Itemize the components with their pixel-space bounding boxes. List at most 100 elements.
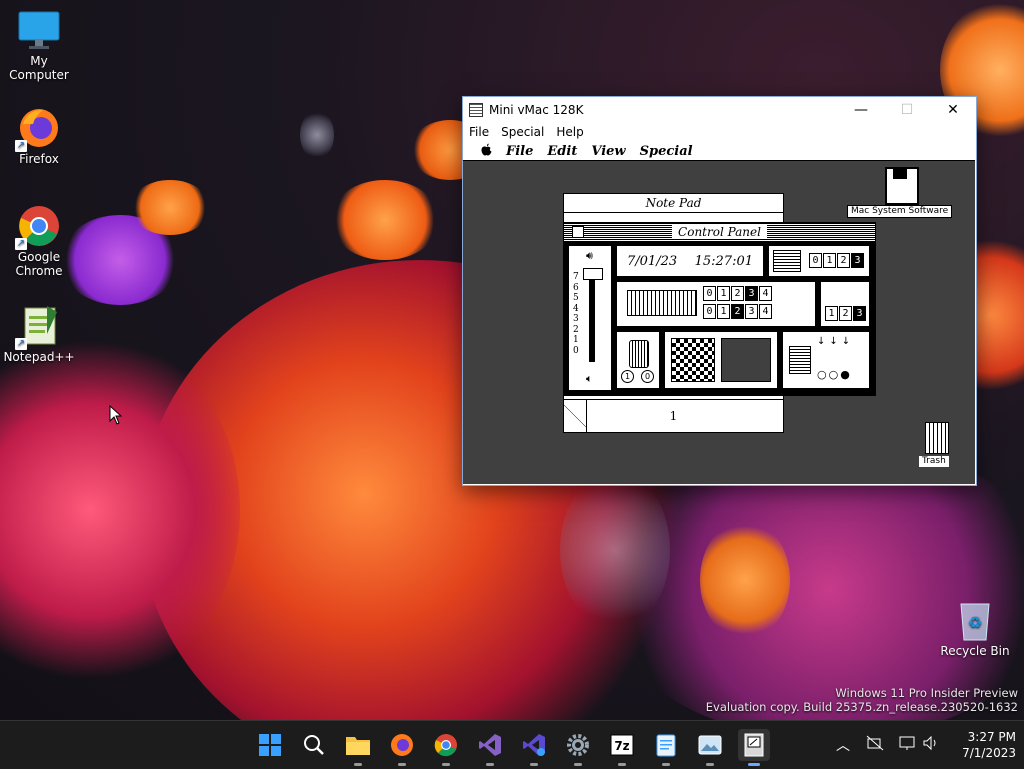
mouse-speed-icon: [789, 346, 811, 374]
digit-option[interactable]: 4: [759, 304, 772, 319]
minimize-button[interactable]: —: [838, 97, 884, 122]
desktop-icon-recycle-bin[interactable]: ♻ Recycle Bin: [937, 598, 1013, 658]
date-field[interactable]: 7/01/23: [627, 254, 677, 269]
mini-vmac-window[interactable]: Mini vMac 128K — ☐ ✕ File Special Help F…: [462, 96, 977, 486]
mouse-tracking-panel[interactable]: 1 0: [616, 331, 660, 389]
maximize-button[interactable]: ☐: [884, 97, 930, 122]
trash-label[interactable]: Trash: [919, 456, 949, 467]
clock-time: 3:27 PM: [967, 730, 1016, 744]
desktop-icon-firefox[interactable]: ↗ Firefox: [1, 106, 77, 166]
running-indicator: [442, 763, 450, 766]
key-repeat-digits[interactable]: 0 1 2 3 4: [703, 286, 772, 301]
menu-blink-digits[interactable]: 0 1 2 3: [809, 253, 864, 268]
file-explorer-icon[interactable]: [342, 729, 374, 766]
digit-option[interactable]: 0: [703, 304, 716, 319]
volume-tick: 0: [573, 345, 579, 356]
menu-file[interactable]: File: [463, 125, 495, 139]
notepad-icon[interactable]: [650, 729, 682, 766]
mini-vmac-app-icon: [469, 102, 483, 117]
time-field[interactable]: 15:27:01: [695, 254, 753, 269]
desktop-icon-my-computer[interactable]: My Computer: [1, 8, 77, 82]
key-delay-digits[interactable]: 0 1 2 3 4: [703, 304, 772, 319]
menu-special[interactable]: Special: [495, 125, 550, 139]
tracking-option[interactable]: 0: [641, 370, 654, 383]
digit-option[interactable]: 4: [759, 286, 772, 301]
control-panel-window[interactable]: Control Panel 🔊︎ 7 6 5 4 3 2 1 0 🔈︎ 7/01…: [563, 222, 876, 396]
desktop-icon-label: Notepad++: [3, 350, 75, 364]
mac-menu-edit[interactable]: Edit: [540, 144, 584, 159]
digit-option[interactable]: 1: [823, 253, 836, 268]
system-clock[interactable]: 3:27 PM 7/1/2023: [948, 729, 1016, 761]
volume-scale: 7 6 5 4 3 2 1 0: [573, 272, 579, 356]
floppy-disk-icon[interactable]: [885, 167, 919, 205]
running-indicator: [662, 763, 670, 766]
volume-slider-knob[interactable]: [583, 268, 603, 280]
pattern-editor[interactable]: [671, 338, 715, 382]
running-indicator: [398, 763, 406, 766]
digit-option[interactable]: 1: [825, 306, 838, 321]
digit-option[interactable]: 0: [703, 286, 716, 301]
watermark-line: Evaluation copy. Build 25375.zn_release.…: [705, 700, 1018, 714]
desktop-icon-google-chrome[interactable]: ↗ Google Chrome: [1, 204, 77, 278]
digit-option[interactable]: 2: [837, 253, 850, 268]
running-indicator: [618, 763, 626, 766]
firefox-icon[interactable]: [386, 729, 418, 766]
double-click-digits[interactable]: 1 2 3: [825, 306, 866, 321]
display-icon[interactable]: [898, 735, 916, 755]
emulated-mac-screen[interactable]: File Edit View Special Note Pad 1 Contro…: [463, 142, 975, 484]
digit-option-selected[interactable]: 3: [745, 286, 758, 301]
chevron-up-icon[interactable]: ︿: [836, 735, 850, 755]
double-click-panel[interactable]: 1 2 3: [820, 281, 870, 327]
windows-watermark: Windows 11 Pro Insider Preview Evaluatio…: [706, 686, 1018, 714]
close-button[interactable]: ✕: [930, 97, 976, 122]
pattern-preview[interactable]: [721, 338, 771, 382]
digit-option-selected[interactable]: 3: [851, 253, 864, 268]
settings-icon[interactable]: [562, 729, 594, 766]
menu-help[interactable]: Help: [550, 125, 589, 139]
chrome-icon[interactable]: [430, 729, 462, 766]
start-icon[interactable]: [254, 729, 286, 761]
desktop-icon-notepadpp[interactable]: ↗ Notepad++: [1, 304, 77, 364]
digit-option[interactable]: 3: [745, 304, 758, 319]
mac-menu-special[interactable]: Special: [633, 144, 700, 159]
search-icon[interactable]: [298, 729, 330, 761]
digit-option[interactable]: 1: [717, 304, 730, 319]
digit-option[interactable]: 1: [717, 286, 730, 301]
wallpaper-bubble: [130, 180, 210, 235]
digit-option-selected[interactable]: 2: [731, 304, 744, 319]
speed-options[interactable]: ○○●: [817, 368, 852, 381]
volume-icon[interactable]: [922, 735, 940, 755]
chrome-icon: ↗: [15, 204, 61, 250]
mac-menu-view[interactable]: View: [584, 144, 632, 159]
digit-option[interactable]: 2: [839, 306, 852, 321]
control-panel-title: Control Panel: [672, 225, 767, 239]
mac-menu-file[interactable]: File: [499, 144, 540, 159]
keyboard-panel[interactable]: 0 1 2 3 4 0 1 2 3 4: [616, 281, 816, 327]
volume-control[interactable]: 🔊︎ 7 6 5 4 3 2 1 0 🔈︎: [568, 245, 612, 391]
menu-blink-icon: [773, 250, 801, 272]
notepad-title: Note Pad: [564, 194, 783, 213]
mac-close-box[interactable]: [572, 226, 584, 238]
trash-icon[interactable]: [925, 422, 949, 454]
window-titlebar[interactable]: Mini vMac 128K — ☐ ✕: [463, 97, 976, 122]
date-time-panel[interactable]: 7/01/23 15:27:01: [616, 245, 764, 277]
visual-studio-icon[interactable]: [474, 729, 506, 766]
menu-blink-panel[interactable]: 0 1 2 3: [768, 245, 870, 277]
control-panel-titlebar: Control Panel: [564, 223, 875, 242]
visual-studio-preview-icon[interactable]: [518, 729, 550, 766]
disk-label[interactable]: Mac System Software: [847, 205, 953, 218]
mouse-speed-panel[interactable]: ↓↓↓ ○○●: [782, 331, 870, 389]
desktop-icon-label: My Computer: [9, 54, 69, 82]
volume-slider-track[interactable]: [589, 276, 595, 362]
digit-option[interactable]: 0: [809, 253, 822, 268]
digit-option[interactable]: 2: [731, 286, 744, 301]
photos-icon[interactable]: [694, 729, 726, 766]
desktop-pattern-panel[interactable]: [664, 331, 778, 389]
digit-option-selected[interactable]: 3: [853, 306, 866, 321]
apple-menu-icon[interactable]: [463, 143, 499, 160]
network-disconnected-icon[interactable]: [866, 735, 884, 755]
tracking-option[interactable]: 1: [621, 370, 634, 383]
mini-vmac-icon[interactable]: [738, 729, 770, 766]
7zip-icon[interactable]: 7z: [606, 729, 638, 766]
running-indicator: [530, 763, 538, 766]
